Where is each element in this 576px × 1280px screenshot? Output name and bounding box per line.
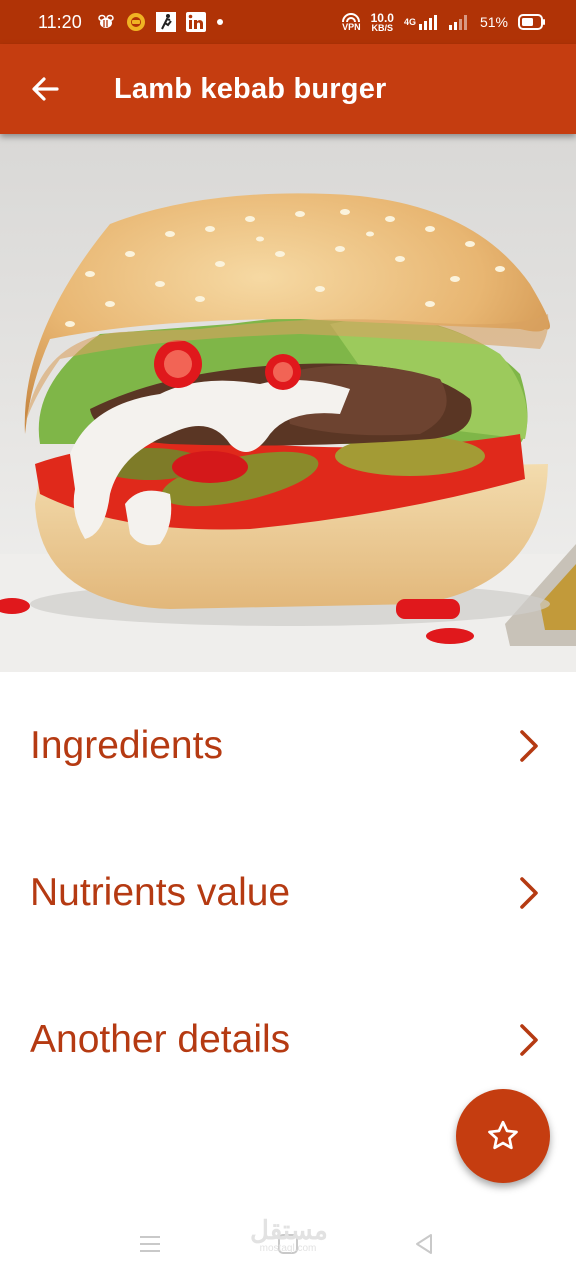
coin-app-icon [126, 12, 146, 32]
page-title: Lamb kebab burger [114, 72, 387, 105]
home-button[interactable] [268, 1224, 308, 1264]
another-details-label: Another details [30, 1017, 291, 1061]
menu-icon [139, 1234, 161, 1254]
app-bar: Lamb kebab burger [0, 44, 576, 134]
bee-app-icon [96, 14, 116, 30]
back-triangle-icon [413, 1233, 435, 1255]
network-speed-value: 10.0 [370, 10, 394, 25]
favorite-fab-button[interactable] [456, 1089, 550, 1183]
status-bar: 11:20 VPN 10.0 KB/S 4G 51% [0, 0, 576, 44]
signal-4g-icon: 4G [404, 14, 438, 30]
network-type-label: 4G [403, 16, 416, 27]
nutrients-value-row[interactable]: Nutrients value [0, 819, 576, 966]
notification-icons [96, 12, 224, 32]
system-indicators: VPN 10.0 KB/S 4G 51% [342, 12, 546, 33]
more-notifications-dot-icon [216, 18, 224, 26]
star-outline-icon [485, 1118, 521, 1154]
signal-strength-icon [448, 14, 470, 30]
battery-icon [518, 14, 546, 30]
network-speed-unit: KB/S [371, 22, 394, 33]
battery-percent: 51% [479, 14, 508, 30]
back-button[interactable] [21, 65, 69, 113]
hero-image [0, 134, 576, 672]
ingredients-label: Ingredients [30, 723, 223, 767]
linkedin-icon [185, 12, 206, 32]
ingredients-row[interactable]: Ingredients [0, 672, 576, 819]
home-icon [277, 1233, 299, 1255]
details-list: Ingredients Nutrients value Another deta… [0, 672, 576, 1113]
run-app-icon [155, 12, 176, 32]
vpn-label: VPN [342, 21, 361, 32]
network-speed: 10.0 KB/S [371, 12, 394, 33]
status-time: 11:20 [38, 11, 82, 32]
vpn-icon: VPN [342, 12, 361, 32]
chevron-right-icon [518, 1022, 540, 1058]
system-nav-bar [0, 1208, 576, 1280]
chevron-right-icon [518, 875, 540, 911]
back-nav-button[interactable] [404, 1224, 444, 1264]
arrow-left-icon [31, 76, 59, 102]
nutrients-value-label: Nutrients value [30, 870, 291, 914]
menu-button[interactable] [130, 1224, 170, 1264]
chevron-right-icon [518, 728, 540, 764]
